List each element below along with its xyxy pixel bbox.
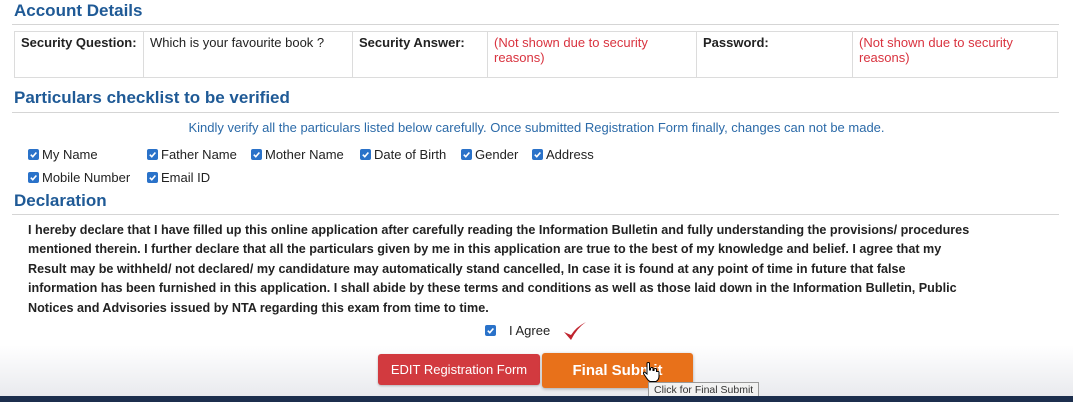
checklist-title: Particulars checklist to be verified — [14, 88, 290, 107]
checkbox-checked-icon[interactable] — [147, 149, 158, 160]
checkbox-father-name[interactable]: Father Name — [147, 147, 237, 162]
declaration-line: Notices and Advisories issued by NTA reg… — [28, 300, 489, 315]
checkbox-checked-icon[interactable] — [251, 149, 262, 160]
password-value-line1: (Not shown due to security — [859, 35, 1013, 50]
checkbox-checked-icon[interactable] — [28, 172, 39, 183]
security-answer-value-line1: (Not shown due to security — [494, 35, 648, 50]
declaration-line: Result may be withheld/ not declared/ my… — [28, 261, 906, 276]
checkbox-label: Mobile Number — [42, 170, 131, 185]
footer-bar — [0, 396, 1073, 402]
checkbox-checked-icon[interactable] — [28, 149, 39, 160]
checkbox-label: Date of Birth — [374, 147, 447, 162]
security-question-value: Which is your favourite book ? — [143, 31, 353, 78]
divider — [12, 24, 1059, 25]
divider — [12, 214, 1059, 215]
red-tick-icon — [564, 322, 586, 340]
declaration-title: Declaration — [14, 191, 107, 210]
verify-notice: Kindly verify all the particulars listed… — [188, 120, 885, 135]
account-details-table: Security Question: Which is your favouri… — [14, 31, 1058, 78]
account-details-title: Account Details — [14, 1, 143, 20]
security-answer-value: (Not shown due to security reasons) — [487, 31, 697, 78]
hand-cursor-icon — [642, 362, 660, 382]
checkbox-date-of-birth[interactable]: Date of Birth — [360, 147, 446, 162]
checkbox-mother-name[interactable]: Mother Name — [251, 147, 344, 162]
checkbox-checked-icon[interactable] — [461, 149, 472, 160]
checkbox-mobile-number[interactable]: Mobile Number — [28, 170, 130, 185]
checkbox-label: Gender — [475, 147, 519, 162]
declaration-line: I hereby declare that I have filled up t… — [28, 223, 970, 237]
declaration-text: I hereby declare that I have filled up t… — [28, 221, 1048, 318]
checkbox-label: Mother Name — [265, 147, 344, 162]
password-label: Password: — [696, 31, 853, 78]
checkbox-checked-icon[interactable] — [532, 149, 543, 160]
agree-label: I Agree — [509, 323, 551, 338]
checkbox-email-id[interactable]: Email ID — [147, 170, 210, 185]
security-answer-value-line2: reasons) — [494, 50, 545, 65]
agree-checkbox[interactable]: I Agree — [485, 323, 550, 338]
divider — [12, 112, 1059, 113]
checkbox-label: Father Name — [161, 147, 237, 162]
checkbox-checked-icon[interactable] — [485, 325, 496, 336]
edit-registration-button[interactable]: EDIT Registration Form — [378, 354, 540, 385]
checkbox-address[interactable]: Address — [532, 147, 594, 162]
checkbox-label: Address — [546, 147, 594, 162]
checkbox-my-name[interactable]: My Name — [28, 147, 98, 162]
checkbox-label: Email ID — [161, 170, 211, 185]
declaration-line: information has been furnished in this a… — [28, 281, 957, 296]
table-row: Security Question: Which is your favouri… — [14, 31, 1058, 78]
checkbox-checked-icon[interactable] — [360, 149, 371, 160]
password-value: (Not shown due to security reasons) — [852, 31, 1058, 78]
security-answer-label: Security Answer: — [352, 31, 488, 78]
checkbox-label: My Name — [42, 147, 98, 162]
declaration-line: mentioned therein. I further declare tha… — [28, 242, 942, 257]
checkbox-gender[interactable]: Gender — [461, 147, 518, 162]
checkbox-checked-icon[interactable] — [147, 172, 158, 183]
password-value-line2: reasons) — [859, 50, 910, 65]
security-question-label: Security Question: — [14, 31, 144, 78]
